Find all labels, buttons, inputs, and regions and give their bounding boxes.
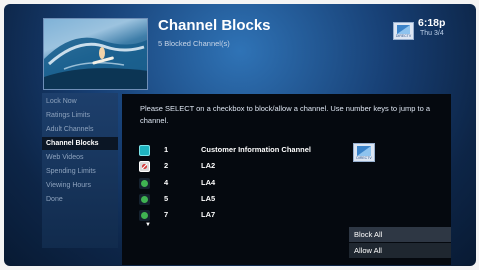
directv-logo-icon: DIRECTV: [393, 22, 414, 40]
scroll-down-arrow-icon[interactable]: ▼: [145, 222, 151, 228]
channel-row[interactable]: 2 LA2: [139, 160, 359, 172]
allow-all-button[interactable]: Allow All: [349, 243, 451, 258]
allowed-checkbox-icon[interactable]: [139, 210, 150, 221]
channel-number: 7: [164, 210, 169, 219]
channel-number: 2: [164, 161, 169, 170]
channel-row[interactable]: 5 LA5: [139, 193, 359, 205]
blocked-count: 5 Blocked Channel(s): [158, 39, 230, 48]
channel-row[interactable]: 1 Customer Information Channel: [139, 144, 359, 156]
blocked-checkbox-icon[interactable]: [139, 161, 150, 172]
channel-name: LA2: [201, 161, 216, 170]
channel-row[interactable]: 7 LA7: [139, 209, 359, 221]
channel-checkbox-selected[interactable]: [139, 145, 150, 156]
clock-time: 6:18p: [418, 17, 446, 29]
menu-item-done[interactable]: Done: [42, 193, 118, 206]
menu-item-adult-channels[interactable]: Adult Channels: [42, 123, 118, 136]
menu-item-lock-now[interactable]: Lock Now: [42, 95, 118, 108]
menu-item-viewing-hours[interactable]: Viewing Hours: [42, 179, 118, 192]
block-all-button[interactable]: Block All: [349, 227, 451, 242]
channel-name: LA4: [201, 178, 216, 187]
menu-item-ratings-limits[interactable]: Ratings Limits: [42, 109, 118, 122]
channel-name: Customer Information Channel: [201, 145, 312, 154]
channel-number: 5: [164, 194, 169, 203]
channel-number: 1: [164, 145, 169, 154]
channel-name: LA7: [201, 210, 216, 219]
channel-name: LA5: [201, 194, 216, 203]
instructions-text: Please SELECT on a checkbox to block/all…: [140, 104, 431, 125]
menu-item-spending-limits[interactable]: Spending Limits: [42, 165, 118, 178]
menu-item-web-videos[interactable]: Web Videos: [42, 151, 118, 164]
page-title: Channel Blocks: [158, 17, 271, 34]
menu-item-channel-blocks[interactable]: Channel Blocks: [42, 137, 118, 150]
clock-date: Thu 3/4: [420, 30, 444, 37]
channel-number: 4: [164, 178, 169, 187]
channel-row[interactable]: 4 LA4: [139, 177, 359, 189]
allowed-checkbox-icon[interactable]: [139, 194, 150, 205]
logo-text: DIRECTV: [395, 34, 412, 38]
allowed-checkbox-icon[interactable]: [139, 178, 150, 189]
sidebar-menu: Lock Now Ratings Limits Adult Channels C…: [42, 93, 118, 248]
preview-thumbnail: [43, 18, 148, 90]
